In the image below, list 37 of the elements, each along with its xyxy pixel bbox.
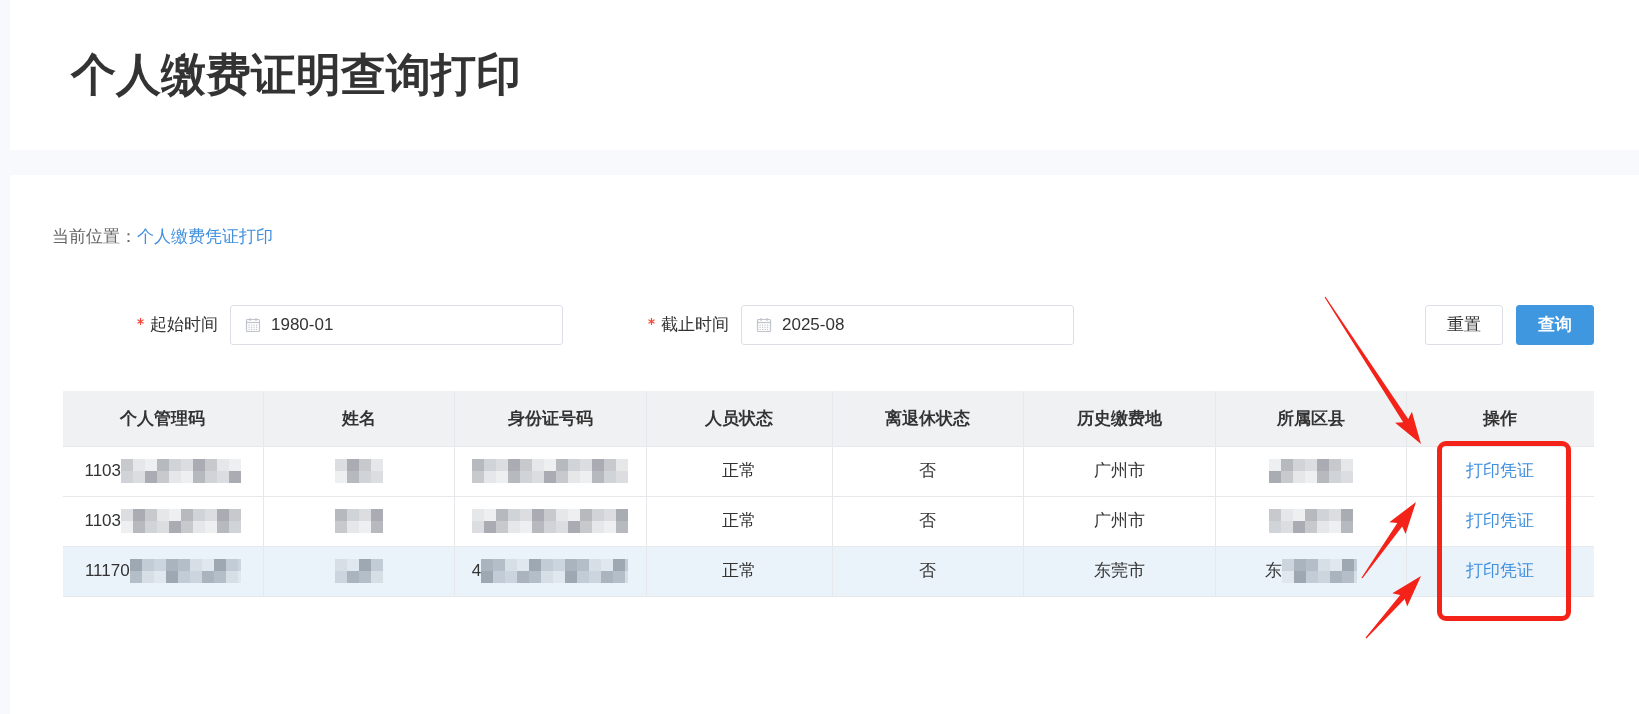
table-cell-text: 11170 (84, 560, 130, 582)
table-cell-text: 4 (471, 560, 482, 582)
table-cell-text: 广州市 (1093, 510, 1145, 532)
field-label: 截止时间 (661, 314, 729, 336)
annotation-arrow (1365, 576, 1421, 639)
table-cell-text: 否 (919, 560, 936, 582)
table-cell-text: 正常 (722, 460, 756, 482)
column-header: 所属区县 (1215, 391, 1406, 446)
column-header: 姓名 (263, 391, 454, 446)
table-cell-text: 正常 (722, 510, 756, 532)
table-cell-text: 正常 (722, 560, 756, 582)
date-field[interactable]: 2025-08 (741, 305, 1074, 345)
table-cell-text: 广州市 (1093, 460, 1145, 482)
table-cell-text: 1103 (84, 460, 122, 482)
column-header: 人员状态 (646, 391, 832, 446)
column-header: 个人管理码 (63, 391, 263, 446)
breadcrumb-link[interactable]: 个人缴费凭证打印 (137, 225, 273, 249)
table-cell-text: 否 (919, 460, 936, 482)
breadcrumb-label: 当前位置： (52, 226, 137, 248)
table-cell-text: 东莞市 (1093, 560, 1145, 582)
print-voucher-link[interactable]: 打印凭证 (1466, 561, 1535, 580)
column-header: 历史缴费地 (1023, 391, 1215, 446)
reset-button[interactable]: 重置 (1425, 305, 1503, 345)
print-voucher-link[interactable]: 打印凭证 (1466, 511, 1535, 530)
table-cell-text: 东 (1264, 560, 1282, 582)
table-cell-text: 否 (919, 510, 936, 532)
calendar-icon (245, 317, 261, 333)
calendar-icon (756, 317, 772, 333)
query-button[interactable]: 查询 (1516, 305, 1594, 345)
table-cell-text: 1103 (84, 510, 122, 532)
print-voucher-link[interactable]: 打印凭证 (1466, 461, 1535, 480)
column-header: 身份证号码 (454, 391, 646, 446)
page-title: 个人缴费证明查询打印 (71, 48, 521, 102)
column-header: 离退休状态 (832, 391, 1023, 446)
field-label: 起始时间 (150, 314, 218, 336)
column-header: 操作 (1406, 391, 1594, 446)
date-field[interactable]: 1980-01 (230, 305, 563, 345)
